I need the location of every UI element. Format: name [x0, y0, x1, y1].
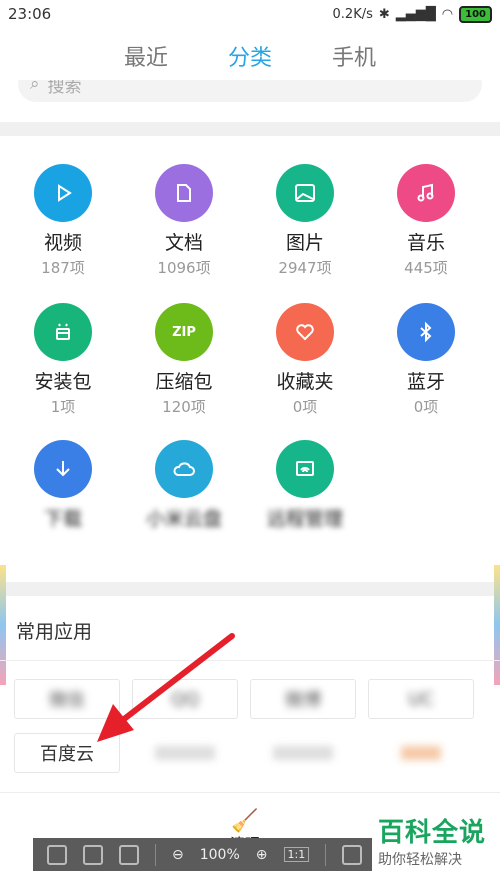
- category-label: 蓝牙: [406, 371, 445, 393]
- save-icon[interactable]: [47, 844, 67, 865]
- edge-strip: [494, 565, 500, 685]
- resize-icon[interactable]: [83, 844, 103, 865]
- tab-phone[interactable]: 手机: [332, 40, 376, 80]
- fit-icon[interactable]: [342, 844, 363, 865]
- search-icon: ⌕: [30, 80, 40, 94]
- category-apk[interactable]: 安装包 1项: [13, 303, 113, 417]
- remote-icon: [276, 440, 334, 498]
- search-bar[interactable]: ⌕ 搜索: [18, 80, 482, 104]
- image-icon: [276, 164, 334, 222]
- section-divider: [0, 122, 500, 136]
- app-chip[interactable]: 微博: [250, 679, 356, 719]
- category-document[interactable]: 文档 1096项: [134, 164, 234, 278]
- category-label: 下载: [43, 508, 82, 530]
- music-icon: [397, 164, 455, 222]
- common-apps-title: 常用应用: [16, 621, 93, 643]
- broom-icon: 🧹: [231, 809, 259, 834]
- category-label: 小米云盘: [145, 508, 222, 530]
- category-remote[interactable]: 远程管理: [255, 440, 355, 531]
- cloud-icon: [155, 440, 213, 498]
- tab-recent[interactable]: 最近: [124, 40, 168, 80]
- category-bluetooth[interactable]: 蓝牙 0项: [376, 303, 476, 417]
- wifi-icon: ◠: [441, 6, 454, 22]
- toolbar-separator: [325, 843, 327, 866]
- zoom-level: 100%: [199, 846, 240, 863]
- category-label: 文档: [164, 232, 203, 254]
- android-icon: [34, 303, 92, 361]
- network-speed: 0.2K/s: [332, 6, 373, 22]
- app-chip[interactable]: [250, 733, 356, 773]
- divider-line: [0, 660, 500, 661]
- category-count: 1096项: [157, 259, 211, 277]
- share-icon[interactable]: [119, 844, 139, 865]
- zoom-in-icon[interactable]: ⊕: [256, 847, 268, 863]
- category-zip[interactable]: ZIP 压缩包 120项: [134, 303, 234, 417]
- search-placeholder: 搜索: [47, 80, 82, 97]
- category-label: 收藏夹: [276, 371, 334, 393]
- category-favorites[interactable]: 收藏夹 0项: [255, 303, 355, 417]
- app-chip[interactable]: [132, 733, 238, 773]
- battery-icon: 100: [459, 5, 492, 23]
- watermark-logo: 百科全说 助你轻松解决: [372, 808, 492, 871]
- category-download[interactable]: 下载: [13, 440, 113, 531]
- signal-icon: ▂▄▆█: [395, 6, 436, 22]
- category-count: 2947项: [278, 259, 332, 277]
- play-icon: [34, 164, 92, 222]
- app-chip[interactable]: 微信: [14, 679, 120, 719]
- category-count: 1项: [50, 398, 76, 416]
- category-count: 187项: [41, 259, 85, 277]
- status-bar: 23:06 0.2K/s ✱ ▂▄▆█ ◠ 100: [0, 0, 500, 28]
- category-label: 压缩包: [155, 371, 213, 393]
- category-label: 图片: [285, 232, 324, 254]
- category-label: 安装包: [34, 371, 92, 393]
- zip-icon: ZIP: [155, 303, 213, 361]
- status-time: 23:06: [8, 5, 52, 23]
- app-chip-baidu-cloud[interactable]: 百度云: [14, 733, 120, 773]
- toolbar-separator: [155, 843, 156, 866]
- section-divider: [0, 582, 500, 596]
- tab-category[interactable]: 分类: [228, 40, 272, 80]
- category-count: 0项: [413, 398, 439, 416]
- bluetooth-icon: [397, 303, 455, 361]
- category-count: 120项: [162, 398, 206, 416]
- heart-icon: [276, 303, 334, 361]
- category-count: 0项: [292, 398, 318, 416]
- top-tabs: 最近 分类 手机: [0, 40, 500, 80]
- category-count: 445项: [404, 259, 448, 277]
- status-icons: 0.2K/s ✱ ▂▄▆█ ◠ 100: [332, 5, 492, 23]
- category-music[interactable]: 音乐 445项: [376, 164, 476, 278]
- category-video[interactable]: 视频 187项: [13, 164, 113, 278]
- app-chip[interactable]: [368, 733, 474, 773]
- actual-size-button[interactable]: 1:1: [283, 847, 310, 862]
- download-icon: [34, 440, 92, 498]
- category-label: 音乐: [406, 232, 445, 254]
- category-cloud[interactable]: 小米云盘: [134, 440, 234, 531]
- bluetooth-status-icon: ✱: [378, 6, 390, 22]
- edge-strip: [0, 565, 6, 685]
- category-label: 视频: [43, 232, 82, 254]
- app-chip[interactable]: QQ: [132, 679, 238, 719]
- app-chip[interactable]: UC: [368, 679, 474, 719]
- category-image[interactable]: 图片 2947项: [255, 164, 355, 278]
- zoom-out-icon[interactable]: ⊖: [172, 847, 184, 863]
- document-icon: [155, 164, 213, 222]
- category-label: 远程管理: [266, 508, 343, 530]
